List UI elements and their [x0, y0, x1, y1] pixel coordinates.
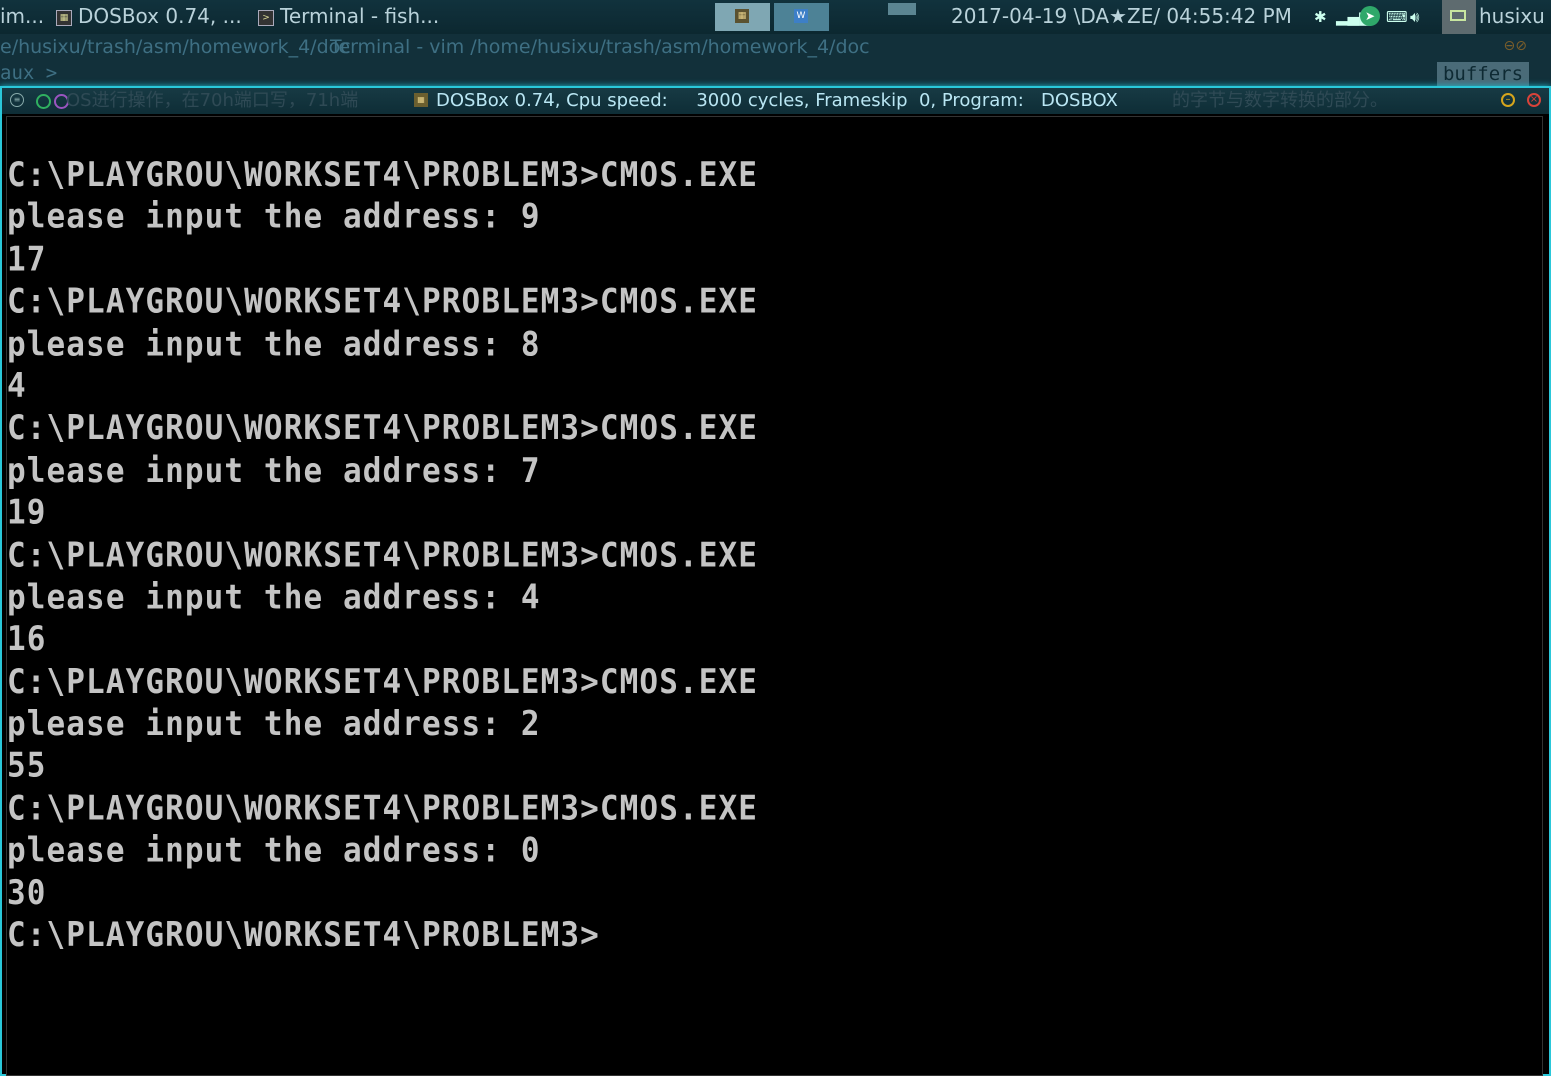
background-path-overlap: Terminal - vim /home/husixu/trash/asm/ho… [330, 36, 870, 58]
console-line: C:\PLAYGROU\WORKSET4\PROBLEM3>CMOS.EXE [7, 281, 759, 322]
console-line: please input the address: 9 [7, 197, 541, 237]
workspace-1[interactable]: ▦ [715, 3, 770, 31]
background-mode-line: aux > [0, 62, 58, 84]
console-line: please input the address: 8 [7, 324, 541, 364]
console-line: 16 [7, 619, 47, 660]
console-line: C:\PLAYGROU\WORKSET4\PROBLEM3>CMOS.EXE [7, 788, 759, 829]
console-line: C:\PLAYGROU\WORKSET4\PROBLEM3>CMOS.EXE [7, 408, 759, 449]
battery-icon[interactable] [1442, 0, 1476, 34]
minimize-button[interactable]: – [1501, 93, 1515, 107]
dosbox-icon: ▦ [735, 9, 749, 23]
console-line: C:\PLAYGROU\WORKSET4\PROBLEM3>CMOS.EXE [7, 661, 759, 702]
console-line: please input the address: 4 [7, 577, 541, 617]
console-prompt: C:\PLAYGROU\WORKSET4\PROBLEM3> [7, 915, 600, 955]
word-icon: W [794, 9, 808, 23]
dosbox-icon: ▦ [56, 9, 72, 26]
window-menu-icon[interactable]: ≡ [10, 93, 24, 107]
taskbar-item-terminal[interactable]: > Terminal - fish... [258, 0, 439, 34]
console-line: 30 [7, 873, 47, 913]
console-line: 19 [7, 492, 47, 533]
workspace-3[interactable] [888, 3, 916, 15]
console-output: C:\PLAYGROU\WORKSET4\PROBLEM3>CMOS.EXE p… [7, 154, 758, 956]
telegram-icon[interactable]: ➤ [1360, 6, 1380, 26]
console-line: C:\PLAYGROU\WORKSET4\PROBLEM3>CMOS.EXE [7, 155, 759, 195]
window-sticky-icon[interactable] [36, 94, 51, 109]
background-window-controls: ⊖⊘ [1503, 38, 1527, 54]
background-ghost-text: OS进行操作，在70h端口写，71h端 [66, 90, 359, 111]
taskbar-item-label: Terminal - fish... [280, 4, 440, 28]
volume-icon[interactable]: 🔊︎ [1410, 8, 1419, 26]
console-line: C:\PLAYGROU\WORKSET4\PROBLEM3>CMOS.EXE [7, 535, 759, 575]
dosbox-window[interactable]: ≡ OS进行操作，在70h端口写，71h端 ▦ DOSBox 0.74, Cpu… [0, 86, 1551, 1076]
taskbar-item-label: im... [0, 4, 45, 28]
console-line: please input the address: 7 [7, 450, 541, 491]
bluetooth-icon[interactable]: ✱ [1314, 8, 1327, 26]
console-line: 55 [7, 746, 47, 786]
console-line: please input the address: 0 [7, 830, 541, 871]
keyboard-icon[interactable]: ⌨ [1386, 8, 1408, 26]
taskbar-item-emacs[interactable]: im... [0, 0, 50, 34]
buffers-tab[interactable]: buffers [1437, 62, 1529, 86]
background-editor-window[interactable]: e/husixu/trash/asm/homework_4/doc Termin… [0, 34, 1551, 88]
workspace-2[interactable]: W [774, 3, 829, 31]
top-panel: im... ▦ DOSBox 0.74, ... > Terminal - fish… [0, 0, 1551, 34]
console-line: 4 [7, 366, 27, 406]
window-titlebar[interactable]: ≡ OS进行操作，在70h端口写，71h端 ▦ DOSBox 0.74, Cpu… [2, 88, 1549, 114]
clock[interactable]: 2017-04-19 \DA★ZE/ 04:55:42 PM [951, 0, 1292, 33]
window-title: DOSBox 0.74, Cpu speed: 3000 cycles, Fra… [436, 90, 1118, 111]
taskbar-item-dosbox[interactable]: ▦ DOSBox 0.74, ... [56, 0, 242, 34]
dos-screen[interactable]: C:\PLAYGROU\WORKSET4\PROBLEM3>CMOS.EXE p… [6, 116, 1543, 1076]
close-button[interactable]: × [1527, 93, 1541, 107]
console-line: please input the address: 2 [7, 704, 541, 744]
taskbar-item-label: DOSBox 0.74, ... [78, 4, 242, 28]
terminal-icon: > [258, 9, 274, 26]
dosbox-icon: ▦ [414, 93, 428, 107]
console-line: 17 [7, 239, 47, 280]
background-path: e/husixu/trash/asm/homework_4/doc [0, 36, 351, 58]
username[interactable]: husixu [1479, 0, 1545, 33]
background-ghost-text: 的字节与数字转换的部分。 [1172, 90, 1388, 111]
